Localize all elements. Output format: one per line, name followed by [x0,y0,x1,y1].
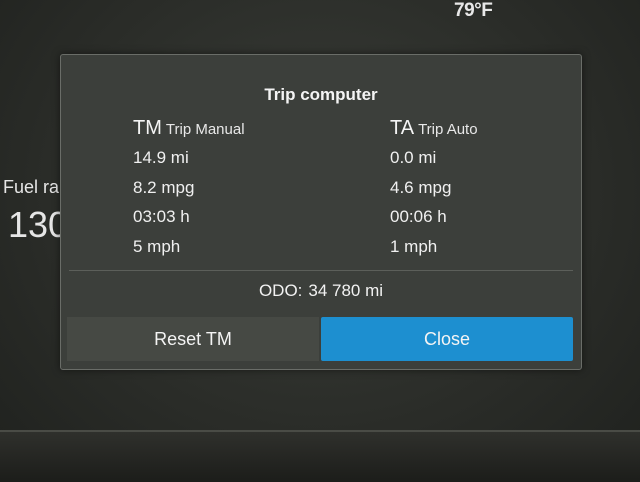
trip-auto-label: Trip Auto [418,121,478,138]
trip-auto-economy: 4.6 mpg [390,177,452,197]
trip-manual-distance: 14.9 mi [133,148,189,167]
odometer-value: 34 780 mi [308,281,384,300]
fuel-rate-label: Fuel ra [3,177,60,197]
outside-temperature: 79°F [454,0,493,21]
reset-tm-button[interactable]: Reset TM [67,317,319,361]
trip-manual-header: TM Trip Manual [133,117,245,143]
fuel-rate-value: 130 [8,204,64,245]
trip-manual-speed: 5 mph [133,236,181,256]
screen-bezel [0,430,640,482]
odometer-label: ODO: [258,281,303,300]
trip-auto-speed: 1 mph [390,236,438,256]
trip-auto-abbr: TA [390,117,415,139]
trip-manual-column: TM Trip Manual 14.9 mi 8.2 mpg 03:03 h 5 … [133,117,245,261]
trip-auto-time: 00:06 h [390,207,447,226]
trip-computer-dialog: Trip computer TM Trip Manual 14.9 mi 8.2 … [60,54,582,370]
trip-manual-time: 03:03 h [133,207,190,226]
trip-manual-abbr: TM [133,117,162,139]
trip-manual-economy: 8.2 mpg [133,177,195,197]
trip-auto-distance: 0.0 mi [390,148,437,167]
display-screen: 79°F Fuel ra 130 Trip computer TM Trip Ma… [0,0,640,482]
trip-manual-label: Trip Manual [165,121,245,138]
divider [69,270,573,271]
dialog-title: Trip computer [264,85,378,104]
trip-auto-column: TA Trip Auto 0.0 mi 4.6 mpg 00:06 h 1 mph [390,117,478,261]
odometer: ODO: 34 780 mi [61,281,581,301]
close-button[interactable]: Close [321,317,573,361]
trip-auto-header: TA Trip Auto [390,117,478,143]
